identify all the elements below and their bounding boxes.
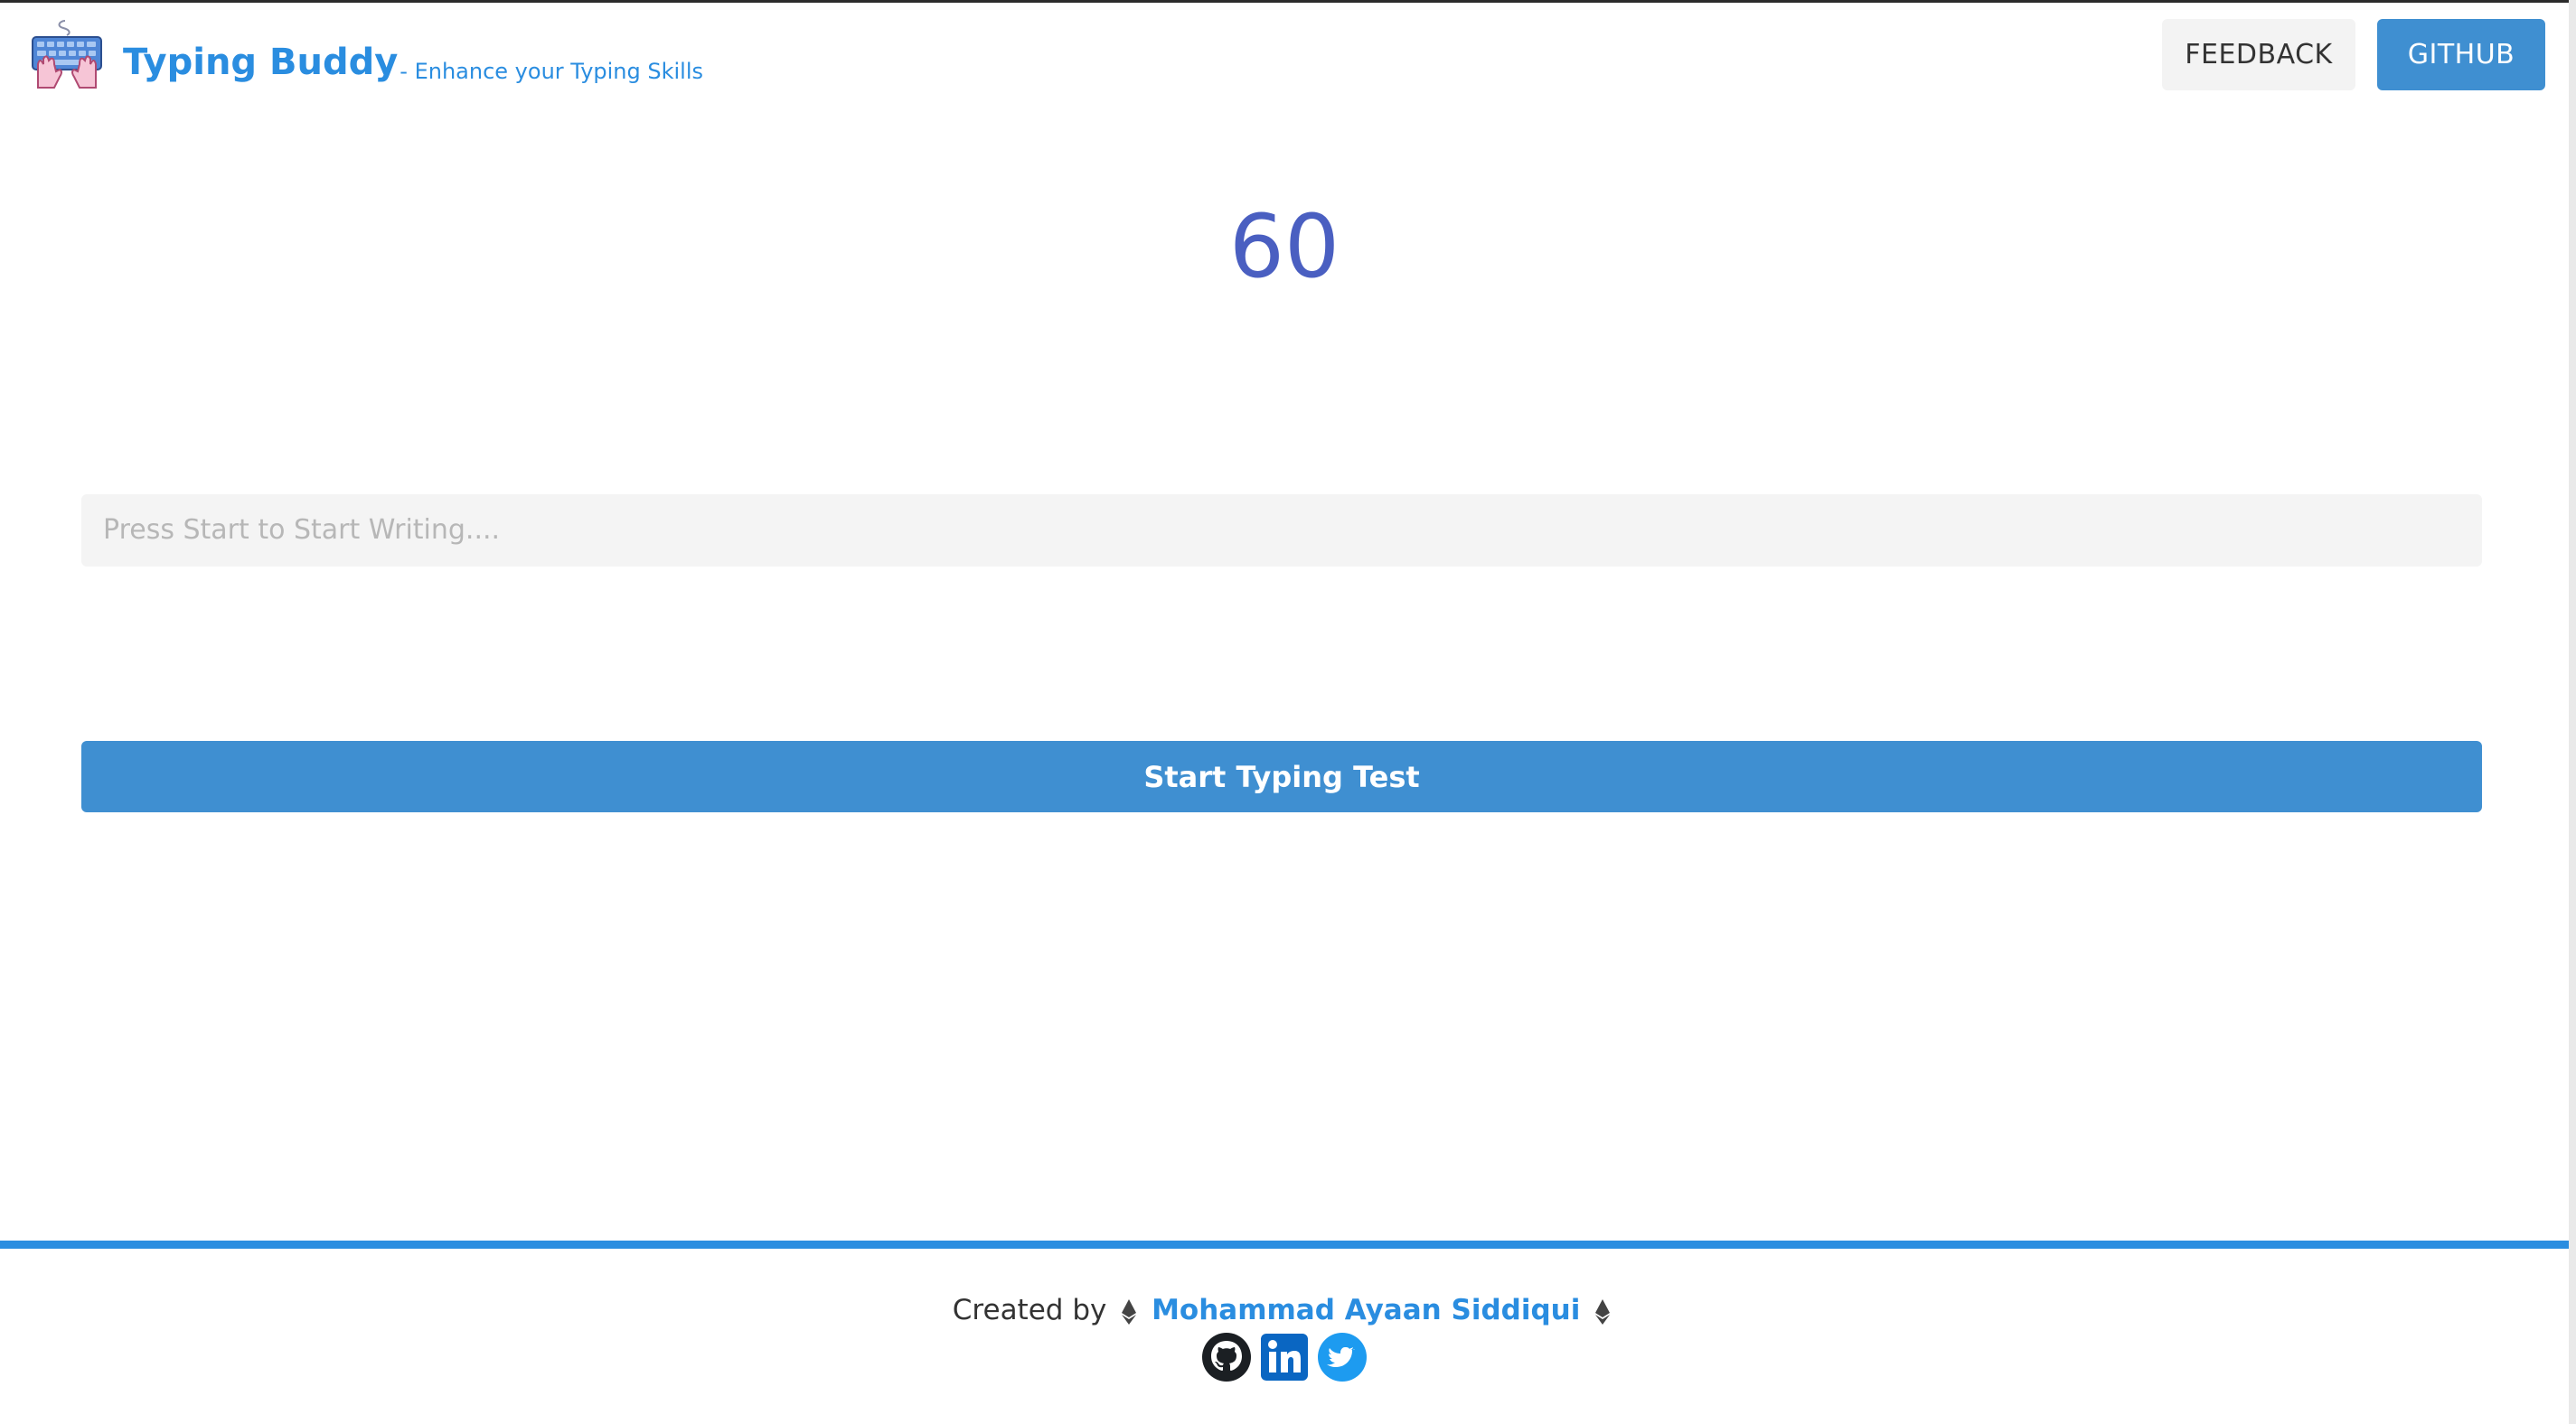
created-by-label: Created by <box>952 1294 1107 1326</box>
scrollbar-gutter <box>2569 0 2576 1424</box>
github-button[interactable]: GITHUB <box>2377 19 2545 90</box>
countdown-timer: 60 <box>1228 196 1340 297</box>
feedback-button[interactable]: FEEDBACK <box>2162 19 2355 90</box>
app-tagline: - Enhance your Typing Skills <box>400 59 704 84</box>
social-links <box>0 1332 2569 1382</box>
diamond-icon <box>1595 1298 1611 1325</box>
app-title: Typing Buddy <box>123 42 399 83</box>
linkedin-icon[interactable] <box>1259 1332 1310 1382</box>
author-link[interactable]: Mohammad Ayaan Siddiqui <box>1152 1294 1580 1326</box>
credit-line: Created by Mohammad Ayaan Siddiqui <box>0 1292 2569 1328</box>
keyboard-hands-logo-icon <box>32 20 102 89</box>
diamond-icon <box>1122 1298 1137 1325</box>
typing-input[interactable] <box>81 494 2482 567</box>
twitter-icon[interactable] <box>1317 1332 1368 1382</box>
footer-divider <box>0 1241 2569 1249</box>
navbar: Typing Buddy - Enhance your Typing Skill… <box>0 3 2569 111</box>
start-typing-test-button[interactable]: Start Typing Test <box>81 741 2482 812</box>
github-icon[interactable] <box>1201 1332 1252 1382</box>
brand[interactable]: Typing Buddy - Enhance your Typing Skill… <box>29 17 703 93</box>
